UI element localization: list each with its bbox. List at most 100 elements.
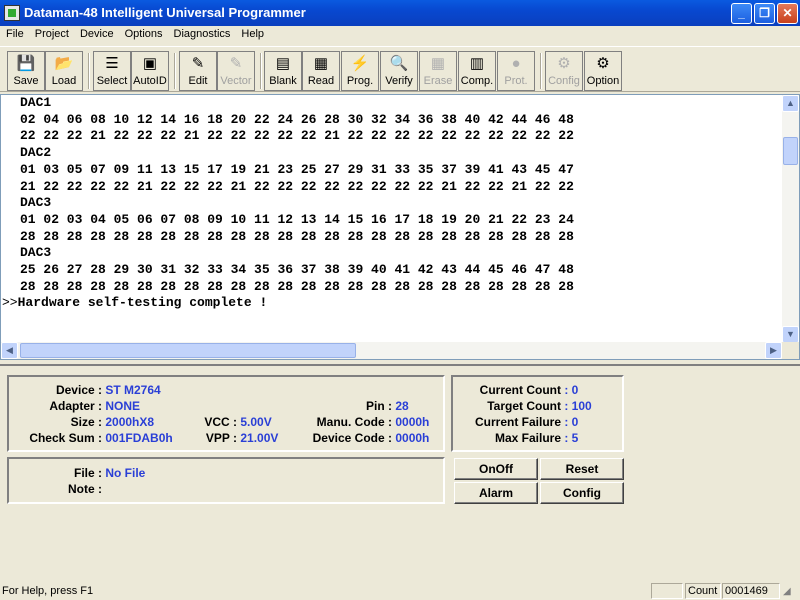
save-button[interactable]: 💾 Save [7, 51, 45, 91]
target-count-label: Target Count [487, 399, 561, 413]
log-panel: DAC1 02 04 06 08 10 12 14 16 18 20 22 24 … [0, 94, 800, 360]
device-info-box: Device : ST M2764 Adapter : NONE Size : … [7, 375, 445, 452]
reset-button[interactable]: Reset [540, 458, 624, 480]
scroll-corner [782, 342, 799, 359]
device-code-row: Device Code : 0000h [291, 431, 430, 445]
select-icon: ☰ [105, 55, 119, 72]
status-bar: For Help, press F1 Count 0001469 ◢ [0, 582, 800, 600]
adapter-label: Adapter : [49, 399, 102, 413]
edit-icon: ✎ [191, 55, 205, 72]
log-line: 01 02 03 04 05 06 07 08 09 10 11 12 13 1… [20, 211, 574, 227]
status-count-label: Count [685, 583, 721, 599]
log-line: DAC3 [20, 245, 52, 261]
edit-button[interactable]: ✎ Edit [179, 51, 217, 91]
vector-icon: ✎ [229, 55, 243, 72]
vertical-scrollbar[interactable]: ▲ ▼ [782, 95, 799, 343]
load-button[interactable]: 📂 Load [45, 51, 83, 91]
maximize-button[interactable]: ❐ [754, 3, 775, 24]
manu-code-label: Manu. Code : [316, 415, 392, 429]
vector-button[interactable]: ✎ Vector [217, 51, 255, 91]
size-row: Size : 2000hX8 [9, 415, 154, 429]
read-button[interactable]: ▦ Read [302, 51, 340, 91]
option-icon: ⚙ [596, 55, 610, 72]
note-row: Note : [9, 482, 102, 496]
autoid-button[interactable]: ▣ AutoID [131, 51, 169, 91]
toolbar-separator [174, 53, 176, 89]
config-button[interactable]: Config [540, 482, 624, 504]
note-label: Note : [68, 482, 102, 496]
toolbar-separator [540, 53, 542, 89]
option-button[interactable]: ⚙ Option [584, 51, 622, 91]
erase-button[interactable]: ▦ Erase [419, 51, 457, 91]
pin-row: Pin : 28 [291, 399, 409, 413]
manu-code-value: 0000h [395, 415, 430, 429]
device-row: Device : ST M2764 [9, 383, 161, 397]
device-label: Device : [55, 383, 102, 397]
vcc-row: VCC : 5.00V [179, 415, 272, 429]
file-label: File : [73, 466, 102, 480]
menu-diagnostics[interactable]: Diagnostics [168, 26, 236, 40]
horizontal-scrollbar[interactable]: ◀ ▶ [1, 342, 782, 359]
blank-check-icon: ▤ [275, 55, 291, 72]
select-button[interactable]: ☰ Select [93, 51, 131, 91]
current-count-label: Current Count [479, 383, 561, 397]
device-code-label: Device Code : [312, 431, 392, 445]
counter-box: Current Count : 0 Target Count : 100 Cur… [451, 375, 624, 452]
blank-button[interactable]: ▤ Blank [264, 51, 302, 91]
file-row: File : No File [9, 466, 145, 480]
menu-file[interactable]: File [0, 26, 29, 40]
menu-project[interactable]: Project [29, 26, 74, 40]
erase-icon: ▦ [430, 55, 446, 72]
log-prompt: >> [2, 295, 18, 311]
protect-icon: ● [511, 55, 521, 72]
horizontal-scroll-thumb[interactable] [20, 343, 356, 358]
device-value: ST M2764 [105, 383, 161, 397]
scroll-left-icon[interactable]: ◀ [1, 342, 18, 359]
menu-options[interactable]: Options [119, 26, 168, 40]
config-toolbar-button[interactable]: ⚙ Config [545, 51, 583, 91]
vpp-value: 21.00V [240, 431, 279, 445]
file-value: No File [105, 466, 146, 480]
vertical-scroll-thumb[interactable] [783, 137, 798, 165]
current-failure-row: Current Failure : 0 [453, 415, 578, 429]
alarm-button[interactable]: Alarm [454, 482, 538, 504]
log-line: DAC1 [20, 95, 52, 110]
log-line: DAC2 [20, 145, 52, 161]
log-line: 25 26 27 28 29 30 31 32 33 34 35 36 37 3… [20, 262, 574, 278]
current-count-value: : 0 [564, 383, 579, 397]
manu-code-row: Manu. Code : 0000h [291, 415, 430, 429]
verify-button[interactable]: 🔍 Verify [380, 51, 418, 91]
menu-device[interactable]: Device [74, 26, 119, 40]
comp-button[interactable]: ▥ Comp. [458, 51, 496, 91]
adapter-row: Adapter : NONE [9, 399, 140, 413]
load-icon: 📂 [54, 55, 74, 72]
save-icon: 💾 [16, 55, 36, 72]
minimize-button[interactable]: _ [731, 3, 752, 24]
program-icon: ⚡ [350, 55, 370, 72]
prog-button[interactable]: ⚡ Prog. [341, 51, 379, 91]
status-help-text: For Help, press F1 [2, 585, 94, 597]
size-value: 2000hX8 [105, 415, 155, 429]
current-failure-label: Current Failure [474, 415, 561, 429]
log-output[interactable]: DAC1 02 04 06 08 10 12 14 16 18 20 22 24 … [2, 95, 782, 343]
onoff-button[interactable]: OnOff [454, 458, 538, 480]
log-line: DAC3 [20, 195, 52, 211]
scroll-up-icon[interactable]: ▲ [782, 95, 799, 112]
app-icon[interactable] [4, 5, 20, 21]
checksum-value: 001FDAB0h [105, 431, 173, 445]
title-bar: Dataman-48 Intelligent Universal Program… [0, 0, 800, 26]
close-button[interactable]: ✕ [777, 3, 798, 24]
verify-icon: 🔍 [389, 55, 409, 72]
prot-button[interactable]: ● Prot. [497, 51, 535, 91]
menu-help[interactable]: Help [235, 26, 269, 40]
resize-grip-icon[interactable]: ◢ [783, 585, 797, 598]
checksum-label: Check Sum : [29, 431, 102, 445]
scroll-right-icon[interactable]: ▶ [765, 342, 782, 359]
vcc-value: 5.00V [240, 415, 272, 429]
log-message-line: >>Hardware self-testing complete ! [2, 295, 782, 312]
status-pane-empty [651, 583, 683, 599]
menu-bar: File Project Device Options Diagnostics Help [0, 26, 800, 44]
current-failure-value: : 0 [564, 415, 579, 429]
config-icon: ⚙ [557, 55, 571, 72]
scroll-down-icon[interactable]: ▼ [782, 326, 799, 343]
